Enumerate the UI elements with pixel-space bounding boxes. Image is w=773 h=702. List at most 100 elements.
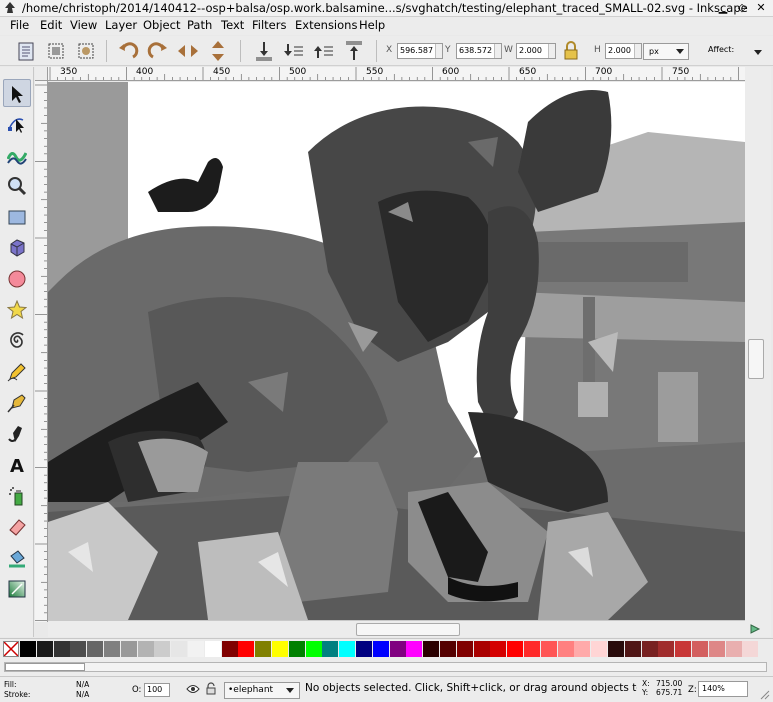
raise-icon[interactable]: [312, 39, 336, 63]
palette-swatch[interactable]: [255, 641, 272, 657]
horizontal-scrollbar[interactable]: [48, 620, 745, 637]
close-icon[interactable]: ✕: [754, 1, 768, 15]
selector-tool[interactable]: [3, 79, 31, 107]
palette-swatch[interactable]: [36, 641, 53, 657]
palette-swatch[interactable]: [154, 641, 171, 657]
tweak-tool[interactable]: [3, 141, 31, 169]
palette-swatch[interactable]: [473, 641, 490, 657]
palette-swatch[interactable]: [524, 641, 540, 657]
palette-scroll-track[interactable]: [4, 662, 767, 672]
palette-scrollbar[interactable]: [0, 658, 773, 676]
palette-swatch[interactable]: [305, 641, 322, 657]
palette-swatch[interactable]: [70, 641, 87, 657]
gradient-tool[interactable]: [3, 575, 31, 603]
vertical-scroll-thumb[interactable]: [748, 339, 764, 379]
palette-swatch[interactable]: [238, 641, 255, 657]
palette-swatch[interactable]: [221, 641, 238, 657]
palette-swatch[interactable]: [389, 641, 406, 657]
menu-edit[interactable]: Edit: [40, 18, 62, 32]
eye-icon[interactable]: [186, 683, 200, 698]
zoom-tool[interactable]: [3, 172, 31, 200]
palette-swatch[interactable]: [540, 641, 557, 657]
y-field[interactable]: 638.572: [456, 43, 502, 59]
palette-swatch[interactable]: [288, 641, 305, 657]
palette-swatch[interactable]: [322, 641, 339, 657]
zoom-corner-icon[interactable]: [745, 620, 771, 637]
palette-swatch[interactable]: [20, 641, 36, 657]
palette-swatch[interactable]: [423, 641, 440, 657]
palette-swatch[interactable]: [490, 641, 507, 657]
palette-swatch[interactable]: [456, 641, 473, 657]
lock-icon[interactable]: [562, 40, 580, 62]
palette-swatch[interactable]: [120, 641, 137, 657]
palette-swatch[interactable]: [204, 641, 221, 657]
rotate-cw-icon[interactable]: [146, 39, 170, 63]
palette-swatch[interactable]: [658, 641, 675, 657]
palette-swatch[interactable]: [591, 641, 608, 657]
spiral-tool[interactable]: [3, 327, 31, 355]
flip-horizontal-icon[interactable]: [176, 39, 200, 63]
fill-value[interactable]: N/A: [76, 680, 89, 689]
palette-swatch[interactable]: [137, 641, 154, 657]
stroke-value[interactable]: N/A: [76, 690, 89, 699]
palette-swatch[interactable]: [356, 641, 372, 657]
star-tool[interactable]: [3, 296, 31, 324]
palette-swatch[interactable]: [272, 641, 288, 657]
palette-swatch[interactable]: [624, 641, 641, 657]
vertical-scrollbar[interactable]: [745, 67, 771, 622]
spray-tool[interactable]: [3, 482, 31, 510]
palette-swatch[interactable]: [692, 641, 708, 657]
affect-dropdown-icon[interactable]: [754, 50, 762, 55]
maximize-icon[interactable]: ◇: [735, 1, 749, 15]
palette-scroll-thumb[interactable]: [5, 663, 85, 671]
palette-swatch[interactable]: [742, 641, 759, 657]
select-all-icon[interactable]: [14, 39, 38, 63]
menu-text[interactable]: Text: [221, 18, 244, 32]
menu-filters[interactable]: Filters: [252, 18, 286, 32]
text-tool[interactable]: A: [3, 451, 31, 479]
unit-select[interactable]: px: [643, 43, 689, 60]
no-paint-swatch[interactable]: [3, 641, 19, 657]
palette-swatch[interactable]: [574, 641, 591, 657]
palette-swatch[interactable]: [440, 641, 456, 657]
palette-swatch[interactable]: [53, 641, 70, 657]
menu-file[interactable]: File: [10, 18, 29, 32]
current-layer-select[interactable]: •elephant: [224, 682, 300, 699]
palette-swatch[interactable]: [87, 641, 104, 657]
deselect-icon[interactable]: [74, 39, 98, 63]
lower-to-bottom-icon[interactable]: [252, 39, 276, 63]
menu-help[interactable]: Help: [359, 18, 385, 32]
palette-swatch[interactable]: [406, 641, 423, 657]
paint-bucket-tool[interactable]: [3, 544, 31, 572]
menu-view[interactable]: View: [70, 18, 97, 32]
minimize-icon[interactable]: ▁: [716, 1, 730, 15]
h-field[interactable]: 2.000: [605, 43, 642, 59]
horizontal-ruler[interactable]: 350 400 450 500 550 600 650 700 750: [48, 67, 747, 81]
palette-swatch[interactable]: [557, 641, 574, 657]
menu-path[interactable]: Path: [187, 18, 212, 32]
resize-grip-icon[interactable]: [760, 690, 770, 702]
pen-tool[interactable]: [3, 389, 31, 417]
palette-swatch[interactable]: [171, 641, 188, 657]
eraser-tool[interactable]: [3, 513, 31, 541]
palette-swatch[interactable]: [725, 641, 742, 657]
lower-icon[interactable]: [282, 39, 306, 63]
raise-to-top-icon[interactable]: [342, 39, 366, 63]
ellipse-tool[interactable]: [3, 265, 31, 293]
palette-swatch[interactable]: [708, 641, 725, 657]
w-field[interactable]: 2.000: [516, 43, 556, 59]
3dbox-tool[interactable]: [3, 234, 31, 262]
opacity-field[interactable]: 100: [144, 683, 170, 697]
palette-swatch[interactable]: [104, 641, 120, 657]
menu-extensions[interactable]: Extensions: [295, 18, 357, 32]
palette-swatch[interactable]: [372, 641, 389, 657]
node-tool[interactable]: [3, 110, 31, 138]
palette-swatch[interactable]: [675, 641, 692, 657]
palette-swatch[interactable]: [641, 641, 658, 657]
select-all-layers-icon[interactable]: [44, 39, 68, 63]
drawing-canvas[interactable]: [48, 82, 745, 620]
calligraphy-tool[interactable]: [3, 420, 31, 448]
rotate-ccw-icon[interactable]: [116, 39, 140, 63]
palette-swatch[interactable]: [339, 641, 356, 657]
horizontal-scroll-thumb[interactable]: [356, 623, 460, 636]
